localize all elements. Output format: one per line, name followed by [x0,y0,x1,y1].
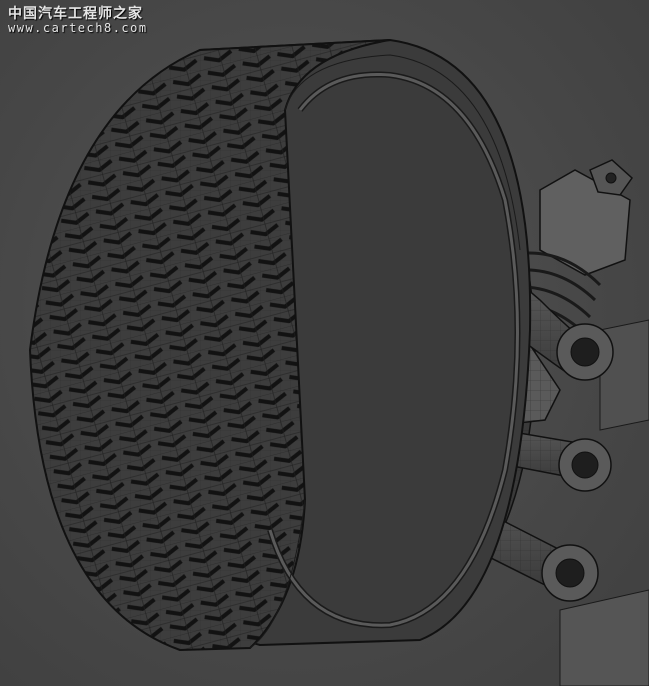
tire [28,38,532,652]
watermark-url: www.cartech8.com [8,21,148,36]
wheel-suspension-render [28,38,649,686]
watermark-title: 中国汽车工程师之家 [8,6,143,22]
render-viewport: 中国汽车工程师之家 www.cartech8.com [0,0,649,686]
watermark: 中国汽车工程师之家 www.cartech8.com [8,6,148,36]
